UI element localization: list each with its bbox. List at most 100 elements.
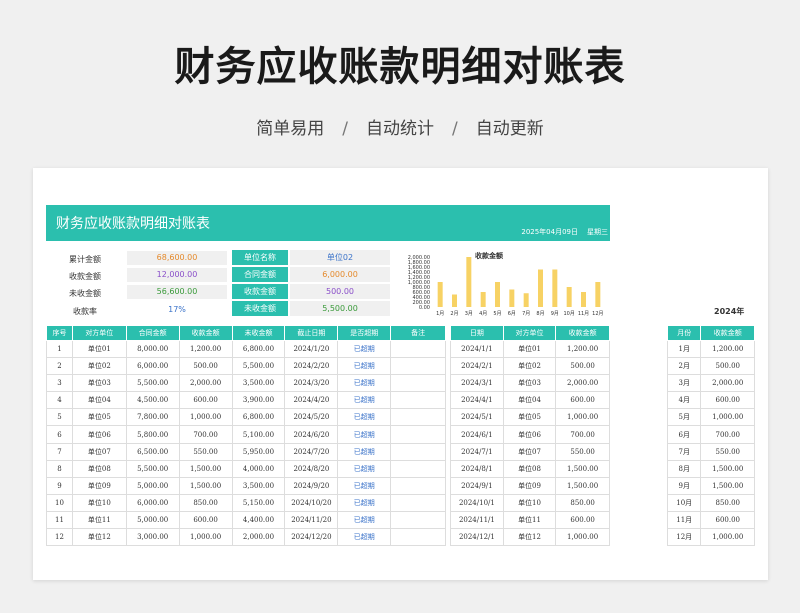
table-cell[interactable]: 6 (46, 425, 73, 444)
table-cell[interactable]: 单位08 (502, 459, 557, 478)
table-cell[interactable] (390, 374, 446, 393)
table-cell[interactable]: 单位07 (71, 442, 127, 461)
table-cell[interactable]: 5,100.00 (231, 425, 286, 444)
table-cell[interactable]: 1月 (666, 339, 702, 359)
paid-value[interactable]: 500.00 (290, 284, 390, 299)
table-cell[interactable]: 已超期 (337, 408, 392, 427)
table-cell[interactable]: 1,500.00 (700, 459, 755, 478)
table-cell[interactable]: 已超期 (337, 459, 392, 478)
table-cell[interactable]: 单位09 (502, 476, 557, 495)
table-cell[interactable]: 5 (46, 408, 73, 427)
table-cell[interactable]: 单位03 (502, 374, 557, 393)
table-cell[interactable]: 1,000.00 (700, 528, 755, 547)
table-cell[interactable]: 1,500.00 (555, 476, 610, 495)
table-cell[interactable] (390, 391, 446, 410)
table-cell[interactable] (390, 493, 446, 512)
table-cell[interactable]: 850.00 (700, 493, 755, 512)
table-cell[interactable]: 已超期 (337, 357, 392, 376)
table-cell[interactable]: 单位05 (71, 408, 127, 427)
rate-value[interactable]: 17% (127, 303, 227, 317)
table-cell[interactable]: 已超期 (337, 476, 392, 495)
table-cell[interactable]: 600.00 (555, 510, 610, 530)
table-cell[interactable]: 1,000.00 (700, 408, 755, 427)
table-cell[interactable]: 2024/10/20 (284, 493, 339, 512)
table-cell[interactable]: 单位10 (71, 493, 127, 512)
table-cell[interactable]: 1,500.00 (700, 476, 755, 495)
table-cell[interactable]: 600.00 (178, 510, 233, 530)
table-cell[interactable]: 4,400.00 (231, 510, 286, 530)
table-cell[interactable]: 2024/11/20 (284, 510, 339, 530)
table-cell[interactable]: 9 (46, 476, 73, 495)
table-cell[interactable]: 2024/10/1 (450, 493, 504, 512)
total-value[interactable]: 68,600.00 (127, 251, 227, 265)
table-cell[interactable]: 6月 (666, 425, 702, 444)
table-cell[interactable]: 5,150.00 (231, 493, 286, 512)
table-cell[interactable] (390, 459, 446, 478)
table-cell[interactable]: 550.00 (700, 442, 755, 461)
table-cell[interactable]: 2月 (666, 357, 702, 376)
table-cell[interactable]: 单位06 (502, 425, 557, 444)
table-cell[interactable]: 2024/4/20 (284, 391, 339, 410)
table-cell[interactable]: 2024/9/1 (450, 476, 504, 495)
table-cell[interactable]: 2024/2/1 (450, 357, 504, 376)
table-cell[interactable]: 2024/2/20 (284, 357, 339, 376)
table-cell[interactable]: 2024/7/1 (450, 442, 504, 461)
table-cell[interactable]: 500.00 (555, 357, 610, 376)
table-cell[interactable]: 3,500.00 (231, 476, 286, 495)
table-cell[interactable]: 2024/7/20 (284, 442, 339, 461)
table-cell[interactable]: 7月 (666, 442, 702, 461)
unpaid-value[interactable]: 5,500.00 (290, 301, 390, 316)
table-cell[interactable]: 2024/1/1 (450, 339, 504, 359)
table-cell[interactable]: 9月 (666, 476, 702, 495)
table-cell[interactable]: 600.00 (700, 391, 755, 410)
table-cell[interactable] (390, 442, 446, 461)
table-cell[interactable]: 单位05 (502, 408, 557, 427)
table-cell[interactable]: 4,000.00 (231, 459, 286, 478)
table-cell[interactable]: 1,200.00 (700, 339, 755, 359)
table-cell[interactable]: 2024/6/1 (450, 425, 504, 444)
table-cell[interactable]: 600.00 (700, 510, 755, 530)
table-cell[interactable] (390, 425, 446, 444)
table-cell[interactable]: 已超期 (337, 442, 392, 461)
table-cell[interactable]: 8 (46, 459, 73, 478)
table-cell[interactable]: 2 (46, 357, 73, 376)
table-cell[interactable]: 600.00 (178, 391, 233, 410)
table-cell[interactable]: 单位02 (71, 357, 127, 376)
table-cell[interactable]: 2024/8/20 (284, 459, 339, 478)
table-cell[interactable]: 已超期 (337, 339, 392, 359)
table-cell[interactable]: 5,000.00 (125, 476, 180, 495)
table-cell[interactable]: 6,500.00 (125, 442, 180, 461)
table-cell[interactable]: 单位10 (502, 493, 557, 512)
table-cell[interactable]: 单位06 (71, 425, 127, 444)
table-cell[interactable]: 单位11 (502, 510, 557, 530)
table-cell[interactable] (390, 408, 446, 427)
table-cell[interactable]: 550.00 (178, 442, 233, 461)
table-cell[interactable]: 2024/9/20 (284, 476, 339, 495)
table-cell[interactable]: 已超期 (337, 391, 392, 410)
table-cell[interactable]: 单位01 (71, 339, 127, 359)
table-cell[interactable]: 已超期 (337, 510, 392, 530)
table-cell[interactable]: 1,200.00 (555, 339, 610, 359)
table-cell[interactable]: 单位12 (71, 528, 127, 547)
table-cell[interactable]: 1,000.00 (178, 408, 233, 427)
table-cell[interactable]: 3,900.00 (231, 391, 286, 410)
table-cell[interactable]: 1,000.00 (555, 408, 610, 427)
table-cell[interactable]: 12 (46, 528, 73, 547)
unit-value[interactable]: 单位02 (290, 250, 390, 265)
table-cell[interactable]: 3月 (666, 374, 702, 393)
table-cell[interactable]: 单位12 (502, 528, 557, 547)
table-cell[interactable]: 7,800.00 (125, 408, 180, 427)
table-cell[interactable]: 5,500.00 (125, 374, 180, 393)
table-cell[interactable]: 10月 (666, 493, 702, 512)
table-cell[interactable]: 1 (46, 339, 73, 359)
table-cell[interactable]: 700.00 (555, 425, 610, 444)
table-cell[interactable]: 单位09 (71, 476, 127, 495)
table-cell[interactable]: 1,500.00 (555, 459, 610, 478)
table-cell[interactable]: 550.00 (555, 442, 610, 461)
table-cell[interactable]: 500.00 (178, 357, 233, 376)
table-cell[interactable]: 500.00 (700, 357, 755, 376)
table-cell[interactable]: 已超期 (337, 528, 392, 547)
table-cell[interactable]: 已超期 (337, 493, 392, 512)
table-cell[interactable] (390, 339, 446, 359)
table-cell[interactable]: 2024/11/1 (450, 510, 504, 530)
